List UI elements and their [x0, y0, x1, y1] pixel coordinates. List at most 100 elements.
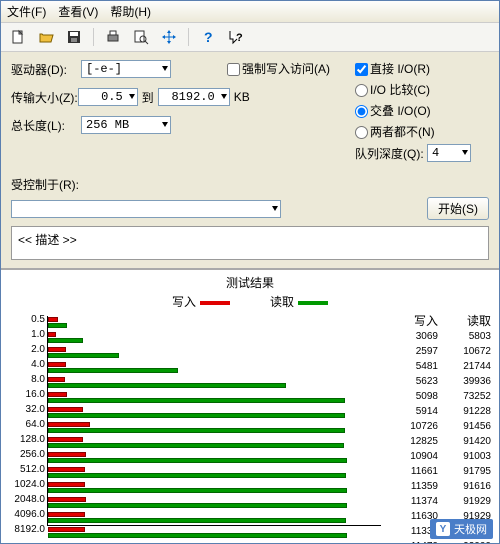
force-write-checkbox[interactable]: 强制写入访问(A) [227, 60, 330, 77]
y-tick: 1.0 [9, 327, 45, 342]
help-icon[interactable]: ? [197, 26, 219, 48]
legend-read-swatch [298, 301, 328, 305]
queue-depth-label: 队列深度(Q): [355, 145, 424, 162]
y-tick: 32.0 [9, 402, 45, 417]
write-bar [48, 377, 65, 382]
preview-icon[interactable] [130, 26, 152, 48]
total-length-label: 总长度(L): [11, 117, 81, 134]
read-bar [48, 428, 345, 433]
write-bar [48, 332, 56, 337]
table-row: 1090491003 [385, 449, 491, 464]
open-icon[interactable] [35, 26, 57, 48]
neither-radio[interactable]: 两者都不(N) [355, 123, 435, 140]
svg-text:?: ? [204, 29, 213, 45]
bar-row [48, 331, 381, 346]
transfer-max-select[interactable]: 8192.0 [158, 88, 230, 106]
read-bar [48, 353, 119, 358]
total-length-select[interactable]: 256 MB [81, 116, 171, 134]
chart: 0.51.02.04.08.016.032.064.0128.0256.0512… [9, 312, 381, 542]
bar-row [48, 481, 381, 496]
write-bar [48, 422, 90, 427]
results-table: 写入读取 30695803259710672548121744562339936… [385, 312, 491, 544]
move-icon[interactable] [158, 26, 180, 48]
table-row: 1072691456 [385, 419, 491, 434]
drive-select[interactable]: [-e-] [81, 60, 171, 78]
transfer-label: 传输大小(Z): [11, 89, 78, 106]
bar-row [48, 466, 381, 481]
write-bar [48, 317, 58, 322]
transfer-min-select[interactable]: 0.5 [78, 88, 138, 106]
svg-text:?: ? [236, 32, 243, 44]
y-tick: 128.0 [9, 432, 45, 447]
results-title: 测试结果 [9, 274, 491, 291]
bar-row [48, 361, 381, 376]
description-box[interactable]: << 描述 >> [11, 226, 489, 260]
table-row: 1137491929 [385, 494, 491, 509]
y-tick: 1024.0 [9, 477, 45, 492]
results-panel: 测试结果 写入 读取 0.51.02.04.08.016.032.064.012… [1, 269, 499, 544]
queue-depth-select[interactable]: 4 [427, 144, 471, 162]
overlap-input[interactable] [355, 105, 368, 118]
bar-row [48, 376, 381, 391]
read-bar [48, 383, 286, 388]
y-tick: 64.0 [9, 417, 45, 432]
start-button[interactable]: 开始(S) [427, 197, 489, 220]
legend-read-label: 读取 [270, 295, 294, 309]
config-panel: 驱动器(D): [-e-] 传输大小(Z): 0.5 到 8192.0 KB 总… [1, 52, 499, 269]
bar-row [48, 406, 381, 421]
bar-row [48, 346, 381, 361]
legend-write-label: 写入 [172, 295, 196, 309]
menu-file[interactable]: 文件(F) [7, 3, 46, 20]
read-bar [48, 338, 83, 343]
table-row: 548121744 [385, 359, 491, 374]
new-icon[interactable] [7, 26, 29, 48]
write-bar [48, 407, 83, 412]
overlap-radio[interactable]: 交叠 I/O(O) [355, 102, 431, 119]
y-tick: 16.0 [9, 387, 45, 402]
y-tick: 4096.0 [9, 507, 45, 522]
direct-io-input[interactable] [355, 63, 368, 76]
write-bar [48, 452, 86, 457]
legend: 写入 读取 [9, 293, 491, 310]
menu-view[interactable]: 查看(V) [58, 3, 98, 20]
table-row: 1166191795 [385, 464, 491, 479]
table-row: 259710672 [385, 344, 491, 359]
save-icon[interactable] [63, 26, 85, 48]
bar-row [48, 511, 381, 526]
read-bar [48, 323, 67, 328]
bar-row [48, 451, 381, 466]
watermark: 天极网 [430, 519, 493, 539]
force-write-input[interactable] [227, 63, 240, 76]
drive-label: 驱动器(D): [11, 61, 81, 78]
y-tick: 8192.0 [9, 522, 45, 537]
write-bar [48, 347, 66, 352]
neither-input[interactable] [355, 126, 368, 139]
print-icon[interactable] [102, 26, 124, 48]
table-row: 1282591420 [385, 434, 491, 449]
direct-io-checkbox[interactable]: 直接 I/O(R) [355, 60, 430, 77]
y-tick: 2.0 [9, 342, 45, 357]
table-row: 1135991616 [385, 479, 491, 494]
read-bar [48, 368, 178, 373]
context-help-icon[interactable]: ? [225, 26, 247, 48]
write-bar [48, 497, 86, 502]
toolbar: ? ? [1, 23, 499, 52]
write-bar [48, 467, 85, 472]
table-row: 509873252 [385, 389, 491, 404]
y-tick: 2048.0 [9, 492, 45, 507]
io-compare-input[interactable] [355, 84, 368, 97]
table-row: 591491228 [385, 404, 491, 419]
restricted-select[interactable] [11, 200, 281, 218]
write-bar [48, 482, 85, 487]
io-compare-radio[interactable]: I/O 比较(C) [355, 81, 430, 98]
read-bar [48, 518, 346, 523]
bar-row [48, 316, 381, 331]
read-bar [48, 473, 346, 478]
read-bar [48, 413, 345, 418]
menu-help[interactable]: 帮助(H) [110, 3, 151, 20]
restricted-label: 受控制于(R): [11, 176, 89, 193]
bar-row [48, 391, 381, 406]
read-bar [48, 398, 345, 403]
read-bar [48, 533, 347, 538]
write-bar [48, 512, 85, 517]
